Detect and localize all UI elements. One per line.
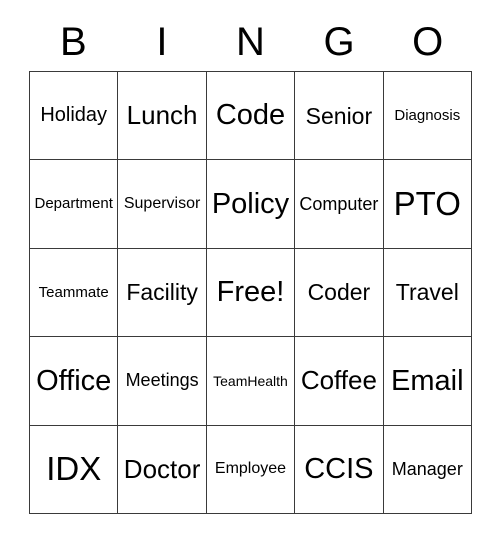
bingo-card: B I N G O Holiday Lunch Code Senior Diag… (0, 0, 500, 544)
bingo-cell-o5[interactable]: Manager (383, 425, 472, 514)
bingo-cell-label: PTO (393, 184, 461, 222)
bingo-cell-label: Department (34, 195, 113, 213)
bingo-cell-b5[interactable]: IDX (30, 425, 119, 514)
bingo-cell-label: Coffee (300, 365, 377, 396)
bingo-cell-label: Diagnosis (394, 106, 461, 124)
bingo-cell-label: Doctor (123, 453, 201, 484)
bingo-header-row: B I N G O (29, 12, 472, 71)
bingo-cell-o4[interactable]: Email (383, 337, 472, 426)
bingo-cell-b1[interactable]: Holiday (30, 72, 119, 161)
bingo-cell-g3[interactable]: Coder (295, 248, 384, 338)
bingo-cell-label: Travel (395, 279, 459, 306)
bingo-cell-label: Supervisor (123, 194, 201, 212)
bingo-cell-i1[interactable]: Lunch (118, 72, 207, 161)
bingo-cell-label: Meetings (125, 370, 199, 391)
bingo-cell-label: Computer (299, 193, 379, 214)
bingo-cell-label: CCIS (304, 453, 374, 486)
bingo-cell-label: Senior (305, 102, 373, 129)
bingo-cell-label: Free! (216, 276, 285, 309)
bingo-header-letter-g: G (323, 19, 355, 64)
bingo-cell-g5[interactable]: CCIS (295, 425, 384, 514)
bingo-cell-b3[interactable]: Teammate (30, 248, 119, 338)
bingo-cell-b2[interactable]: Department (30, 160, 119, 249)
bingo-cell-label: Office (36, 364, 112, 397)
bingo-cell-label: Holiday (40, 104, 108, 127)
bingo-cell-label: Code (215, 99, 286, 132)
bingo-cell-label: Policy (211, 187, 290, 220)
bingo-header-letter-b: B (59, 19, 87, 64)
bingo-cell-label: Lunch (126, 100, 198, 131)
bingo-header-letter-n: N (236, 19, 265, 64)
bingo-cell-n1[interactable]: Code (206, 72, 296, 161)
bingo-cell-o3[interactable]: Travel (383, 248, 472, 338)
bingo-cell-label: Employee (214, 459, 287, 477)
bingo-cell-g2[interactable]: Computer (295, 160, 384, 249)
bingo-cell-label: Facility (126, 279, 198, 306)
bingo-cell-b4[interactable]: Office (30, 337, 119, 426)
bingo-cell-n4[interactable]: TeamHealth (206, 337, 296, 426)
bingo-cell-n2[interactable]: Policy (206, 160, 296, 249)
bingo-cell-free-space[interactable]: Free! (206, 248, 296, 338)
bingo-cell-label: Email (391, 364, 464, 397)
bingo-cell-g1[interactable]: Senior (295, 72, 384, 161)
bingo-cell-n5[interactable]: Employee (206, 425, 296, 514)
bingo-cell-label: IDX (46, 449, 102, 487)
bingo-cell-i2[interactable]: Supervisor (118, 160, 207, 249)
bingo-cell-g4[interactable]: Coffee (295, 337, 384, 426)
bingo-cell-label: Manager (391, 458, 463, 479)
bingo-cell-i5[interactable]: Doctor (118, 425, 207, 514)
bingo-cell-o2[interactable]: PTO (383, 160, 472, 249)
bingo-cell-label: TeamHealth (213, 372, 288, 389)
bingo-cell-label: Teammate (38, 283, 109, 301)
bingo-cell-label: Coder (307, 279, 371, 306)
bingo-cell-i3[interactable]: Facility (118, 248, 207, 338)
bingo-grid: Holiday Lunch Code Senior Diagnosis Depa… (29, 71, 472, 514)
bingo-header-letter-o: O (412, 19, 444, 64)
bingo-cell-o1[interactable]: Diagnosis (383, 72, 472, 161)
bingo-header-letter-i: I (156, 19, 168, 64)
bingo-cell-i4[interactable]: Meetings (118, 337, 207, 426)
